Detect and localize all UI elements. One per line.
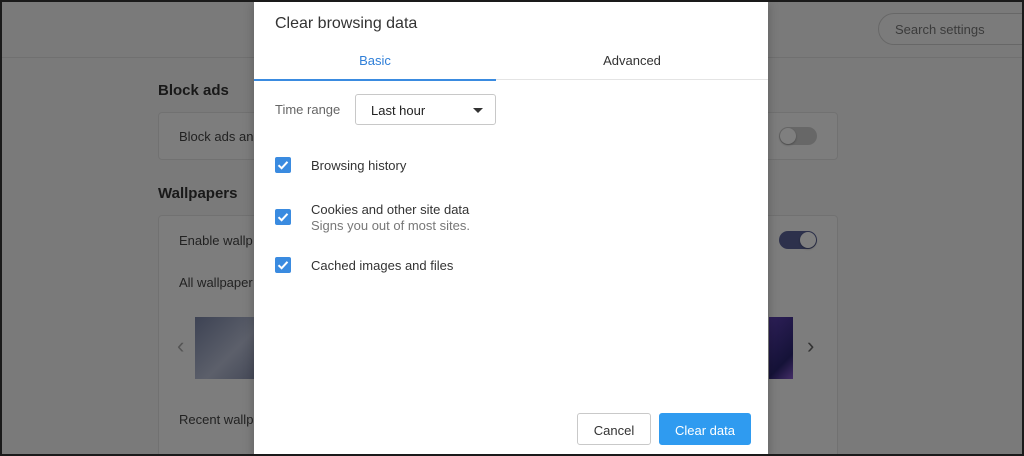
cookies-checkbox[interactable] [275, 209, 291, 225]
time-range-label: Time range [275, 102, 341, 117]
checkmark-icon [277, 261, 289, 270]
cancel-button[interactable]: Cancel [577, 413, 651, 445]
dialog-title: Clear browsing data [275, 15, 418, 32]
browsing-history-label: Browsing history [311, 158, 407, 173]
time-range-select[interactable]: Last hour [355, 94, 496, 125]
tab-basic[interactable]: Basic [254, 42, 496, 81]
cached-images-label: Cached images and files [311, 258, 454, 273]
cookies-sublabel: Signs you out of most sites. [311, 218, 470, 233]
browser-frame: Search settings Block ads Block ads an W… [0, 0, 1024, 456]
checkmark-icon [277, 161, 289, 170]
browsing-history-checkbox[interactable] [275, 157, 291, 173]
time-range-value: Last hour [371, 103, 426, 118]
dialog-tabs: Basic Advanced [254, 42, 768, 81]
caret-down-icon [473, 108, 483, 113]
cookies-label: Cookies and other site data [311, 202, 470, 217]
clear-data-button[interactable]: Clear data [659, 413, 751, 445]
cached-images-checkbox[interactable] [275, 257, 291, 273]
clear-browsing-data-dialog: Clear browsing data Basic Advanced Time … [254, 2, 768, 454]
tab-advanced[interactable]: Advanced [511, 42, 753, 80]
checkmark-icon [277, 213, 289, 222]
